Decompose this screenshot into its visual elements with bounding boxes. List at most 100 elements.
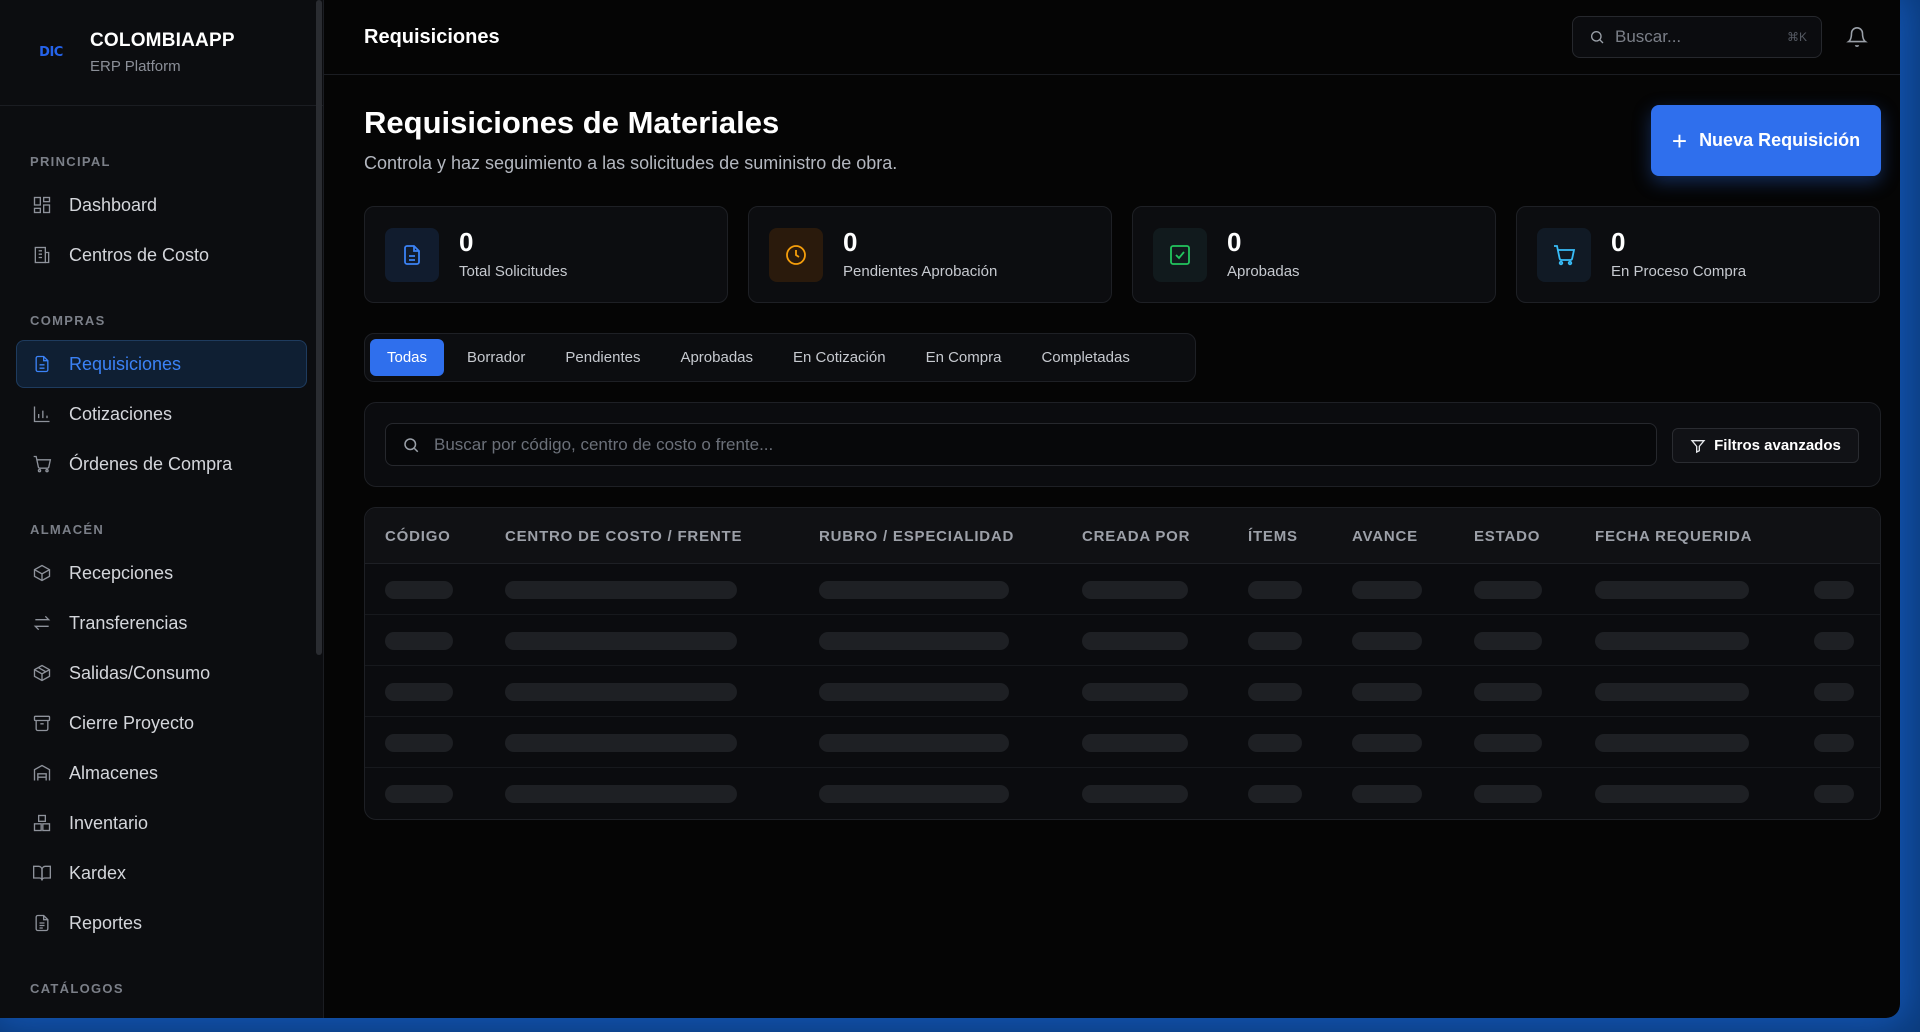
tab-aprobadas[interactable]: Aprobadas [663,339,770,376]
sidebar-item-dashboard[interactable]: Dashboard [16,181,307,229]
page-title: Requisiciones de Materiales [364,105,780,140]
requisitions-table: CÓDIGO CENTRO DE COSTO / FRENTE RUBRO / ES… [364,507,1881,820]
bell-icon [1846,27,1868,47]
requisition-search-placeholder: Buscar por código, centro de costo o fre… [434,434,774,454]
loading-skeleton [1248,581,1302,599]
stat-value: 0 [843,227,858,257]
loading-skeleton [1474,581,1542,599]
column-header[interactable]: CREADA POR [1082,528,1190,545]
sidebar-item-salidas-consumo[interactable]: Salidas/Consumo [16,649,307,697]
sidebar-item-label: Requisiciones [69,353,182,374]
sidebar-item-label: Recepciones [69,562,174,583]
loading-skeleton [1474,632,1542,650]
tab-en-cotizacion[interactable]: En Cotización [776,339,903,376]
loading-skeleton [1814,734,1854,752]
main-content: Requisiciones Buscar... ⌘K Requisiciones… [324,0,1900,1018]
loading-skeleton [1595,632,1749,650]
cart-icon [1537,227,1591,282]
section-label: CATÁLOGOS [30,981,124,996]
loading-skeleton [1595,734,1749,752]
tab-borrador[interactable]: Borrador [450,339,542,376]
table-row [365,717,1880,768]
status-tabs: Todas Borrador Pendientes Aprobadas En Cotiz… [364,333,1196,382]
brand[interactable]: DIC COLOMBIAAPP ERP Platform [0,0,323,106]
column-header[interactable]: CÓDIGO [385,528,451,545]
table-row [365,564,1880,615]
brand-name: COLOMBIAAPP [90,30,235,51]
loading-skeleton [1352,581,1422,599]
loading-skeleton [1814,581,1854,599]
brand-subtitle: ERP Platform [90,58,181,75]
loading-skeleton [819,632,1009,650]
requisition-search-input[interactable]: Buscar por código, centro de costo o fre… [385,423,1657,466]
column-header[interactable]: CENTRO DE COSTO / FRENTE [505,528,742,545]
global-search-input[interactable]: Buscar... ⌘K [1572,16,1822,58]
boxes-icon [31,812,53,834]
tab-pendientes[interactable]: Pendientes [548,339,657,376]
new-requisition-button[interactable]: + Nueva Requisición [1651,105,1881,176]
filter-icon [1690,439,1706,453]
new-requisition-label: Nueva Requisición [1699,130,1861,150]
filter-card: Buscar por código, centro de costo o fre… [364,402,1881,487]
tab-en-compra[interactable]: En Compra [909,339,1019,376]
building-icon [31,244,53,266]
brand-logo: DIC [39,45,63,60]
sidebar-item-label: Inventario [69,812,149,833]
notifications-button[interactable] [1846,26,1868,48]
stat-card: 0 Pendientes Aprobación [748,206,1112,303]
stat-card: 0 Aprobadas [1132,206,1496,303]
sidebar-item-label: Kardex [69,862,127,883]
arrows-icon [31,612,53,634]
package-out-icon [31,662,53,684]
loading-skeleton [505,581,737,599]
loading-skeleton [385,785,453,803]
loading-skeleton [505,683,737,701]
sidebar-item-requisiciones[interactable]: Requisiciones [16,340,307,388]
stats-row: 0 Total Solicitudes 0 Pendientes Aprobac… [364,206,1880,303]
bar-chart-icon [31,403,53,425]
sidebar-item-ordenes-de-compra[interactable]: Órdenes de Compra [16,440,307,488]
loading-skeleton [1082,785,1188,803]
sidebar-scrollbar[interactable] [316,0,322,655]
stat-card: 0 Total Solicitudes [364,206,728,303]
advanced-filters-button[interactable]: Filtros avanzados [1672,428,1859,463]
loading-skeleton [1814,683,1854,701]
loading-skeleton [1082,632,1188,650]
sidebar-item-transferencias[interactable]: Transferencias [16,599,307,647]
sidebar-item-cotizaciones[interactable]: Cotizaciones [16,390,307,438]
advanced-filters-label: Filtros avanzados [1714,437,1841,454]
loading-skeleton [1595,683,1749,701]
clock-icon [769,227,823,282]
column-header[interactable]: ÍTEMS [1248,528,1298,545]
sidebar-item-label: Transferencias [69,612,188,633]
sidebar-item-centros-de-costo[interactable]: Centros de Costo [16,231,307,279]
column-header[interactable]: AVANCE [1352,528,1418,545]
section-label: COMPRAS [30,313,106,328]
loading-skeleton [1082,581,1188,599]
report-icon [31,912,53,934]
loading-skeleton [505,632,737,650]
sidebar-item-kardex[interactable]: Kardex [16,849,307,897]
book-icon [31,862,53,884]
loading-skeleton [1814,632,1854,650]
loading-skeleton [819,581,1009,599]
sidebar-item-label: Cotizaciones [69,403,173,424]
stat-card: 0 En Proceso Compra [1516,206,1880,303]
sidebar-item-recepciones[interactable]: Recepciones [16,549,307,597]
sidebar-item-inventario[interactable]: Inventario [16,799,307,847]
sidebar-item-productos[interactable]: Productos [16,1008,307,1018]
sidebar-item-almacenes[interactable]: Almacenes [16,749,307,797]
topbar-title: Requisiciones [364,25,500,48]
sidebar-item-reportes[interactable]: Reportes [16,899,307,947]
loading-skeleton [1352,785,1422,803]
tab-todas[interactable]: Todas [370,339,445,376]
sidebar-item-cierre-proyecto[interactable]: Cierre Proyecto [16,699,307,747]
loading-skeleton [385,581,453,599]
column-header[interactable]: ESTADO [1474,528,1540,545]
plus-icon: + [1671,125,1688,156]
sidebar-item-label: Dashboard [69,194,158,215]
cart-icon [31,453,53,475]
column-header[interactable]: RUBRO / ESPECIALIDAD [819,528,1014,545]
column-header[interactable]: FECHA REQUERIDA [1595,528,1752,545]
tab-completadas[interactable]: Completadas [1024,339,1146,376]
